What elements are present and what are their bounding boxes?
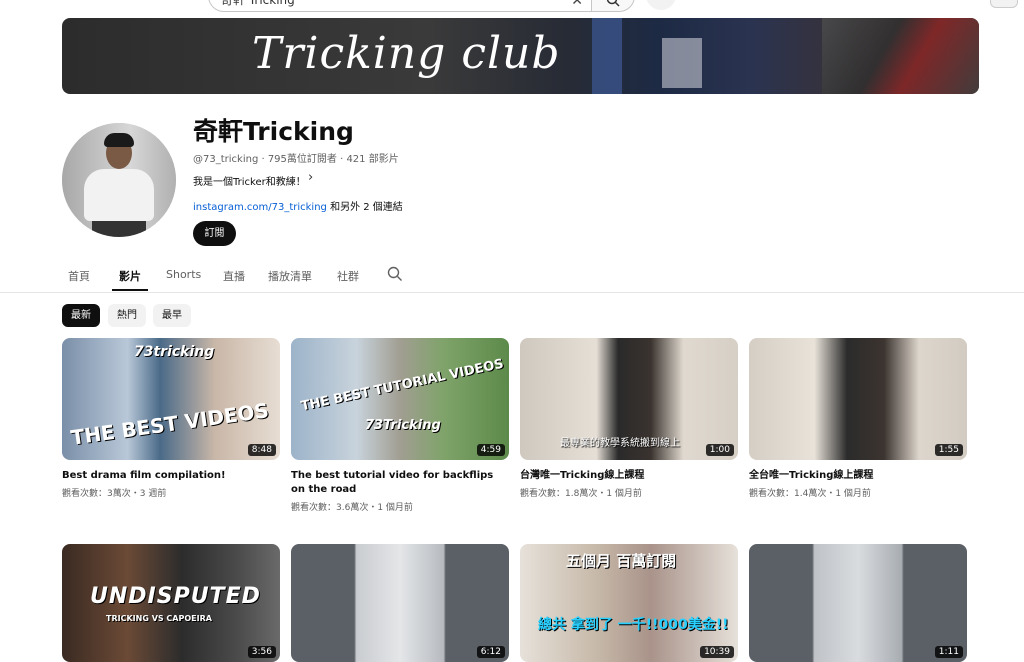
tab-home[interactable]: 首頁: [68, 268, 90, 284]
search-icon: [606, 0, 620, 7]
video-card[interactable]: 1:11: [749, 544, 967, 662]
video-title[interactable]: The best tutorial video for backflips on…: [291, 469, 509, 497]
create-button[interactable]: [990, 0, 1018, 8]
video-title[interactable]: 台灣唯一Tricking線上課程: [520, 469, 738, 483]
thumbnail-caption: 總共 拿到了 一千!!000美金!!: [538, 617, 729, 633]
search-input[interactable]: 奇軒 Tricking ✕: [208, 0, 592, 12]
thumbnail-caption: TRICKING VS CAPOEIRA: [106, 614, 212, 623]
avatar[interactable]: [62, 123, 176, 237]
video-card[interactable]: 五個月 百萬訂閱 總共 拿到了 一千!!000美金!! 10:39: [520, 544, 738, 662]
video-meta: 觀看次數：1.4萬次・1 個月前: [749, 489, 871, 499]
thumbnail-caption: 五個月 百萬訂閱: [566, 552, 677, 570]
thumbnail-caption: THE BEST VIDEOS: [69, 398, 271, 450]
video-duration: 1:55: [934, 444, 963, 456]
tab-shorts[interactable]: Shorts: [166, 268, 201, 281]
video-meta: 觀看次數：3萬次・3 週前: [62, 489, 167, 499]
more-links[interactable]: 和另外 2 個連結: [327, 202, 403, 213]
video-title[interactable]: Best drama film compilation!: [62, 469, 280, 483]
thumbnail-caption: UNDISPUTED: [90, 584, 261, 609]
video-card[interactable]: 73tricking THE BEST VIDEOS 8:48 Best dra…: [62, 338, 280, 499]
video-duration: 8:48: [247, 444, 276, 456]
search-query: 奇軒 Tricking: [221, 0, 295, 7]
search-icon[interactable]: [387, 266, 403, 282]
video-card[interactable]: 6:12: [291, 544, 509, 662]
video-duration: 1:11: [934, 646, 963, 658]
video-thumbnail[interactable]: 6:12: [291, 544, 509, 662]
video-duration: 4:59: [476, 444, 505, 456]
tab-community[interactable]: 社群: [337, 268, 359, 284]
video-duration: 6:12: [476, 646, 505, 658]
video-card[interactable]: 最專業的教學系統搬到線上 1:00 台灣唯一Tricking線上課程 觀看次數：…: [520, 338, 738, 499]
instagram-link[interactable]: instagram.com/73_tricking: [193, 202, 327, 213]
video-thumbnail[interactable]: THE BEST TUTORIAL VIDEOS 73Tricking 4:59: [291, 338, 509, 460]
filter-chip-popular[interactable]: 熱門: [108, 304, 146, 327]
channel-description[interactable]: 我是一個Tricker和教練！: [193, 173, 306, 188]
channel-meta: @73_tricking · 795萬位訂閱者 · 421 部影片: [193, 154, 399, 165]
voice-search-button[interactable]: [646, 0, 676, 10]
tab-playlists[interactable]: 播放清單: [268, 268, 312, 284]
chevron-right-icon[interactable]: ›: [308, 170, 313, 185]
filter-chip-latest[interactable]: 最新: [62, 304, 100, 327]
filter-chip-oldest[interactable]: 最早: [153, 304, 191, 327]
tab-live[interactable]: 直播: [223, 268, 245, 284]
tab-videos[interactable]: 影片: [119, 268, 141, 284]
video-thumbnail[interactable]: 最專業的教學系統搬到線上 1:00: [520, 338, 738, 460]
video-duration: 10:39: [700, 646, 734, 658]
video-card[interactable]: UNDISPUTED TRICKING VS CAPOEIRA 3:56: [62, 544, 280, 662]
close-icon[interactable]: ✕: [571, 0, 583, 9]
video-meta: 觀看次數：1.8萬次・1 個月前: [520, 489, 642, 499]
video-title[interactable]: 全台唯一Tricking線上課程: [749, 469, 967, 483]
channel-links[interactable]: instagram.com/73_tricking 和另外 2 個連結: [193, 198, 403, 213]
divider: [0, 292, 1024, 293]
channel-name: 奇軒Tricking: [193, 117, 354, 146]
thumbnail-caption: 73Tricking: [365, 418, 441, 433]
video-meta: 觀看次數：3.6萬次・1 個月前: [291, 503, 413, 513]
active-tab-indicator: [112, 289, 148, 291]
video-duration: 3:56: [247, 646, 276, 658]
video-card[interactable]: THE BEST TUTORIAL VIDEOS 73Tricking 4:59…: [291, 338, 509, 513]
subscribe-button[interactable]: 訂閱: [193, 221, 236, 246]
thumbnail-caption: THE BEST TUTORIAL VIDEOS: [299, 356, 506, 415]
search-button[interactable]: [591, 0, 635, 12]
video-thumbnail[interactable]: 1:55: [749, 338, 967, 460]
thumbnail-caption: 73tricking: [134, 344, 215, 360]
video-thumbnail[interactable]: 1:11: [749, 544, 967, 662]
video-thumbnail[interactable]: UNDISPUTED TRICKING VS CAPOEIRA 3:56: [62, 544, 280, 662]
video-card[interactable]: 1:55 全台唯一Tricking線上課程 觀看次數：1.4萬次・1 個月前: [749, 338, 967, 499]
channel-banner: Tricking club: [62, 18, 979, 94]
thumbnail-caption: 最專業的教學系統搬到線上: [560, 438, 680, 449]
video-thumbnail[interactable]: 73tricking THE BEST VIDEOS 8:48: [62, 338, 280, 460]
video-thumbnail[interactable]: 五個月 百萬訂閱 總共 拿到了 一千!!000美金!! 10:39: [520, 544, 738, 662]
video-duration: 1:00: [705, 444, 734, 456]
banner-title: Tricking club: [252, 28, 561, 79]
